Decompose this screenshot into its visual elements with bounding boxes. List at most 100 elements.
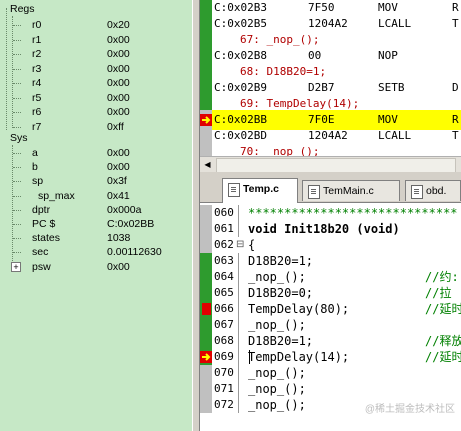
sys-name: PC $ (32, 218, 56, 230)
code-line[interactable]: 061 void Init18b20 (void) (200, 221, 461, 237)
code-line[interactable]: 068 D18B20=1; //释放 (200, 333, 461, 349)
code-line[interactable]: 065 D18B20=0; //拉 (200, 285, 461, 301)
register-value[interactable]: 0x00 (107, 91, 130, 105)
fold-guide (238, 221, 247, 237)
code-line[interactable]: 063 D18B20=1; (200, 253, 461, 269)
fold-guide (238, 205, 247, 221)
tab-temmain-c[interactable]: TemMain.c (302, 180, 400, 201)
sys-name: psw (32, 260, 51, 273)
code-text: _nop_(); (248, 318, 306, 332)
code-text: D18B20=0; (248, 286, 314, 300)
source-editor: Temp.c TemMain.c obd. 060 ***************… (200, 172, 461, 431)
code-line[interactable]: 064 _nop_(); //约: (200, 269, 461, 285)
code-gutter (200, 381, 212, 397)
code-line-current[interactable]: 069 TempDelay(14); //延时 (200, 349, 461, 365)
scroll-left-icon[interactable]: ◀ (202, 159, 213, 170)
register-value[interactable]: 0x00 (107, 47, 130, 61)
sys-name: b (32, 161, 38, 174)
panel-splitter[interactable] (192, 0, 200, 431)
fold-guide (238, 285, 247, 301)
line-number: 065 (214, 286, 234, 299)
disassembly-hscrollbar[interactable]: ◀ (200, 156, 461, 173)
code-gutter (200, 317, 212, 333)
register-value[interactable]: 0x00 (107, 105, 130, 119)
scroll-thumb[interactable] (216, 158, 456, 173)
sys-value[interactable]: 0.00112630 (107, 245, 162, 259)
code-line[interactable]: 066 TempDelay(80); //延时 (200, 301, 461, 317)
tab-obd[interactable]: obd. (405, 180, 461, 201)
fold-guide (238, 301, 247, 317)
tree-branch (13, 167, 21, 169)
code-gutter (200, 205, 212, 221)
tree-branch (13, 25, 21, 26)
code-text: ***************************** (248, 206, 458, 220)
sys-value[interactable]: 0x00 (107, 146, 130, 160)
register-value[interactable]: 0x00 (107, 76, 130, 90)
register-value[interactable]: 0x00 (107, 33, 130, 47)
sys-value[interactable]: 0x00 (107, 260, 130, 274)
disasm-row[interactable]: 70: _nop_(); (200, 142, 461, 156)
fold-toggle-icon[interactable]: ⊟ (236, 237, 244, 253)
code-line[interactable]: 070 _nop_(); (200, 365, 461, 381)
register-name: r4 (32, 77, 42, 89)
register-value[interactable]: 0x20 (107, 18, 130, 32)
sys-value[interactable]: C:0x02BB (107, 217, 154, 231)
watermark: @稀土掘金技术社区 (364, 404, 455, 415)
register-name: r6 (32, 106, 42, 118)
code-text: D18B20=1; (248, 254, 314, 268)
code-line[interactable]: 062 ⊟{ (200, 237, 461, 253)
disassembly-pane: C:0x02B3 7F50 MOV R C:0x02B5 1204A2 LCALL T 67: … (200, 0, 461, 156)
tree-branch (13, 126, 21, 128)
code-text: TempDelay(80); (248, 302, 350, 316)
sys-value[interactable]: 0x41 (107, 189, 130, 203)
sys-group-label[interactable]: Sys (10, 131, 28, 145)
regs-group-label[interactable]: Regs (10, 2, 35, 16)
sys-name: states (32, 232, 61, 245)
code-line[interactable]: 067 _nop_(); (200, 317, 461, 333)
tab-label: obd. (426, 185, 447, 197)
sys-name: sec (32, 246, 49, 259)
tree-branch (13, 209, 21, 211)
register-name: r1 (32, 33, 42, 46)
fold-guide (238, 253, 247, 269)
tree-branch (13, 39, 21, 41)
tree-branch (13, 68, 21, 70)
code-comment: //约: (425, 270, 459, 284)
tree-branch (13, 252, 21, 254)
code-text: TempDelay(14); (248, 350, 350, 364)
current-line-arrow-icon (200, 350, 212, 364)
line-number: 067 (214, 318, 234, 331)
sys-value[interactable]: 0x3f (107, 174, 127, 188)
tree-guide (6, 8, 7, 130)
register-value[interactable]: 0x00 (107, 62, 130, 76)
psw-expand-icon[interactable]: + (11, 262, 21, 272)
breakpoint-icon[interactable] (202, 303, 211, 315)
code-text: _nop_(); (248, 382, 306, 396)
code-gutter (200, 285, 212, 301)
tree-branch (13, 112, 21, 113)
sys-name: dptr (32, 203, 51, 216)
tree-branch (13, 224, 21, 225)
code-line[interactable]: 071 _nop_(); (200, 381, 461, 397)
disasm-source-line: 70: _nop_(); (240, 145, 320, 156)
sys-value[interactable]: 0x00 (107, 160, 130, 174)
tab-temp-c[interactable]: Temp.c (222, 178, 298, 203)
code-line[interactable]: 060 ***************************** (200, 205, 461, 221)
code-comment: //拉 (425, 286, 452, 300)
file-icon (411, 185, 423, 199)
line-number: 060 (214, 206, 234, 219)
sys-value[interactable]: 0x000a (107, 203, 141, 217)
tree-branch (13, 97, 21, 99)
code-gutter (200, 333, 212, 349)
line-number: 072 (214, 398, 234, 411)
tree-branch (13, 238, 21, 240)
tab-label: TemMain.c (323, 185, 374, 197)
sys-value[interactable]: 1038 (107, 231, 130, 245)
sys-name: a (32, 147, 38, 159)
code-text: D18B20=1; (248, 334, 314, 348)
register-value[interactable]: 0xff (107, 120, 124, 134)
line-number: 063 (214, 254, 234, 267)
register-name: r0 (32, 19, 42, 31)
code-comment: //延时 (425, 302, 461, 316)
code-area[interactable]: 060 ***************************** 061 void … (200, 203, 461, 431)
